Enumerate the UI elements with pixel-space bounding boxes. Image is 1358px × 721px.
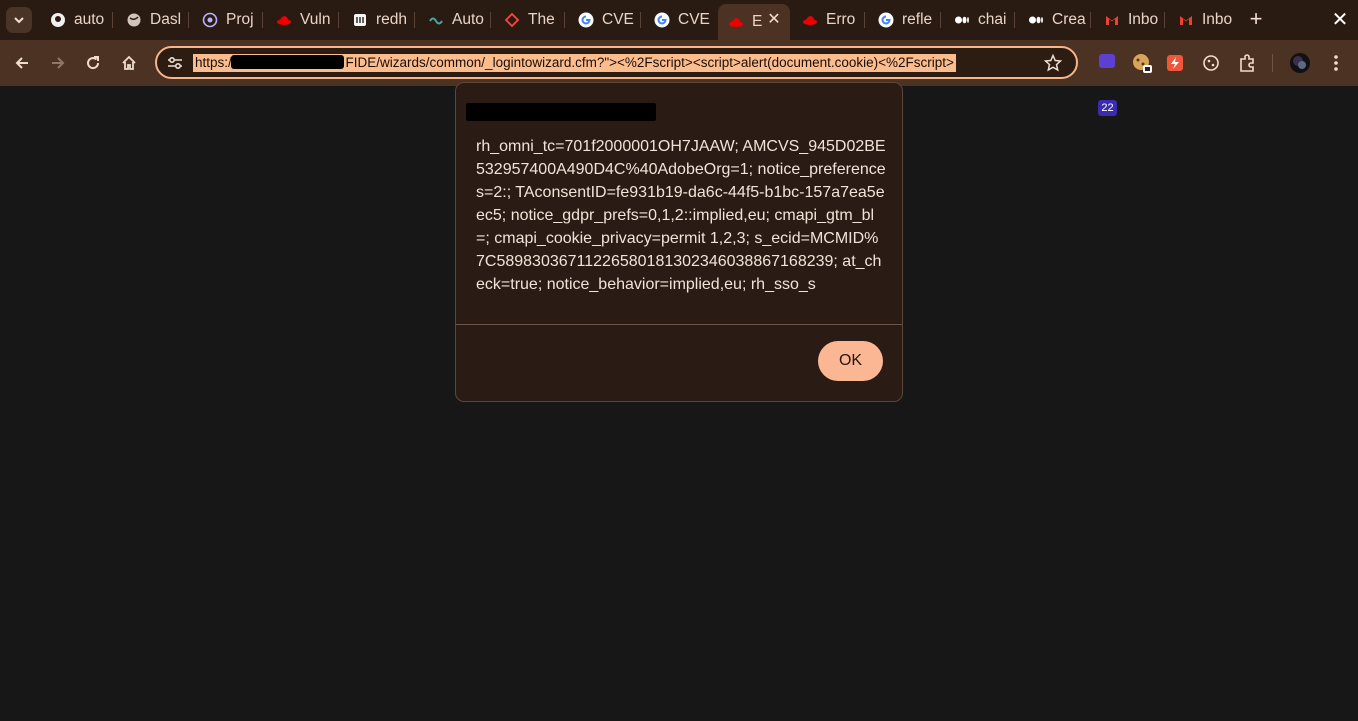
- tab-title: Crea: [1052, 11, 1086, 28]
- tab-separator: [1164, 12, 1165, 28]
- menu-kebab-icon[interactable]: [1325, 52, 1347, 74]
- lightning-extension-icon[interactable]: [1164, 52, 1186, 74]
- tab-title: Proj: [226, 11, 254, 28]
- tab-separator: [490, 12, 491, 28]
- tab-title: chai: [978, 11, 1007, 28]
- gmail-icon: [1104, 12, 1120, 28]
- tab-title: The: [528, 11, 555, 28]
- address-bar[interactable]: https:// FIDE/wizards/common/_logintowiza…: [155, 46, 1078, 79]
- chevron-down-icon: [14, 17, 24, 24]
- tab-title: CVE: [678, 11, 710, 28]
- tab-title: CVE: [602, 11, 634, 28]
- medium-icon: [954, 12, 970, 28]
- tab-2[interactable]: Dasl: [116, 5, 186, 35]
- profile-avatar-icon[interactable]: [1289, 52, 1311, 74]
- new-tab-button[interactable]: +: [1244, 8, 1268, 32]
- tab-separator: [262, 12, 263, 28]
- tab-separator: [1090, 12, 1091, 28]
- tab-title: auto: [74, 11, 105, 28]
- window-close-button[interactable]: ✕: [1328, 8, 1352, 32]
- tab-title: Auto: [452, 11, 484, 28]
- diamond-icon: [504, 12, 520, 28]
- tab-14[interactable]: Crea: [1018, 5, 1088, 35]
- ok-button[interactable]: OK: [818, 341, 883, 381]
- alert-dialog: rh_omni_tc=701f2000001OH7JAAW; AMCVS_945…: [455, 82, 903, 402]
- tab-13[interactable]: chai: [944, 5, 1012, 35]
- redhat-icon: [728, 14, 744, 30]
- dialog-origin-redaction: [466, 103, 656, 121]
- tab-title: refle: [902, 11, 933, 28]
- globe-icon: [126, 12, 142, 28]
- tab-title: E: [752, 13, 763, 30]
- tab-9[interactable]: CVE: [644, 5, 712, 35]
- url-suffix: FIDE/wizards/common/_logintowizard.cfm?"…: [345, 55, 954, 70]
- google-icon: [654, 12, 670, 28]
- google-icon: [578, 12, 594, 28]
- tab-11[interactable]: Erro: [792, 5, 862, 35]
- forward-button[interactable]: [44, 49, 72, 77]
- tab-8[interactable]: CVE: [568, 5, 638, 35]
- tab-separator: [188, 12, 189, 28]
- tab-3[interactable]: Proj: [192, 5, 260, 35]
- redhat-icon: [276, 12, 292, 28]
- reload-button[interactable]: [79, 49, 107, 77]
- tab-title: redh: [376, 11, 408, 28]
- extension-badge: 22: [1098, 100, 1117, 116]
- project-icon: [202, 12, 218, 28]
- tab-title: Inbo: [1202, 11, 1233, 28]
- cookie-extension-icon[interactable]: [1131, 52, 1153, 74]
- home-button[interactable]: [115, 49, 143, 77]
- wave-icon: [428, 12, 444, 28]
- tab-separator: [112, 12, 113, 28]
- tab-10[interactable]: E ✕: [718, 4, 790, 40]
- github-icon: [50, 12, 66, 28]
- tab-separator: [414, 12, 415, 28]
- tab-16[interactable]: Inbo: [1168, 5, 1238, 35]
- tab-close-button[interactable]: ✕: [766, 12, 782, 28]
- dialog-message: rh_omni_tc=701f2000001OH7JAAW; AMCVS_945…: [476, 138, 886, 293]
- redhat-icon: [802, 12, 818, 28]
- tab-5[interactable]: redh: [342, 5, 412, 35]
- tab-12[interactable]: refle: [868, 5, 938, 35]
- url-prefix: https://: [195, 55, 236, 70]
- tab-separator: [1014, 12, 1015, 28]
- tab-search-button[interactable]: [6, 7, 32, 33]
- tab-separator: [864, 12, 865, 28]
- puzzle-extensions-icon[interactable]: [1236, 52, 1258, 74]
- tab-1[interactable]: auto: [40, 5, 110, 35]
- arrow-left-icon: [15, 57, 28, 69]
- medium-icon: [1028, 12, 1044, 28]
- redhat-logo-icon: [352, 12, 368, 28]
- extension-purple-icon[interactable]: [1096, 52, 1118, 74]
- back-button[interactable]: [8, 49, 36, 77]
- tab-7[interactable]: The: [494, 5, 562, 35]
- tab-strip: auto Dasl Proj Vuln redh Auto The CVE CVE E ✕ Erro r…: [0, 0, 1358, 40]
- site-info-icon[interactable]: [167, 56, 183, 70]
- arrow-right-icon: [52, 57, 65, 69]
- bookmark-star-icon[interactable]: [1044, 54, 1062, 72]
- tab-title: Vuln: [300, 11, 331, 28]
- reload-icon: [87, 56, 100, 70]
- home-icon: [122, 55, 136, 70]
- tab-title: Inbo: [1128, 11, 1159, 28]
- tab-title: Dasl: [150, 11, 182, 28]
- url-redaction: [231, 55, 344, 69]
- tab-separator: [564, 12, 565, 28]
- gmail-icon: [1178, 12, 1194, 28]
- tab-separator: [940, 12, 941, 28]
- tab-6[interactable]: Auto: [418, 5, 488, 35]
- dialog-divider: [456, 324, 902, 325]
- tab-separator: [338, 12, 339, 28]
- browser-toolbar: https:// FIDE/wizards/common/_logintowiza…: [0, 40, 1358, 116]
- tab-4[interactable]: Vuln: [266, 5, 336, 35]
- tab-15[interactable]: Inbo: [1094, 5, 1162, 35]
- toolbar-divider: [1272, 54, 1273, 72]
- tab-title: Erro: [826, 11, 856, 28]
- cookie-icon[interactable]: [1200, 52, 1222, 74]
- tab-separator: [640, 12, 641, 28]
- google-icon: [878, 12, 894, 28]
